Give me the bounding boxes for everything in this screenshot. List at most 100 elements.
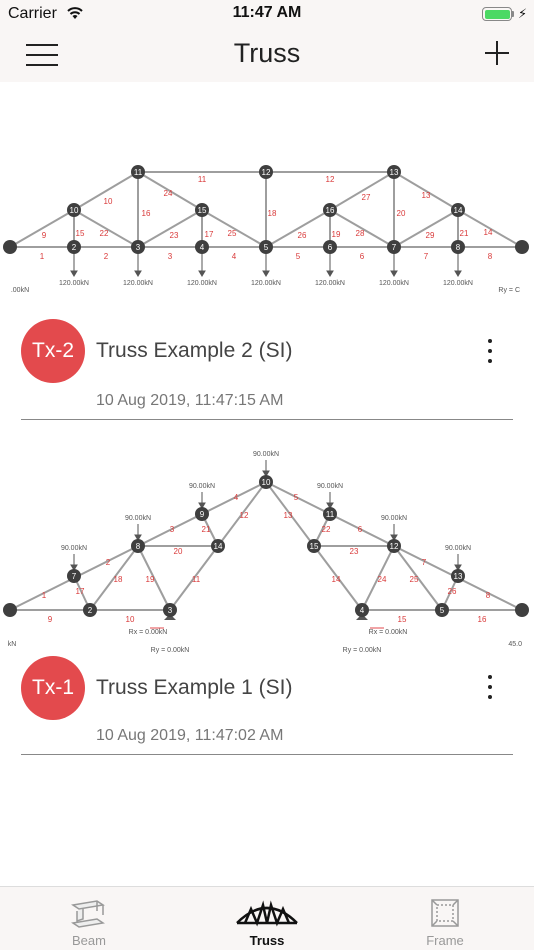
svg-text:18: 18 <box>268 209 277 218</box>
svg-text:22: 22 <box>100 229 109 238</box>
svg-text:11: 11 <box>198 175 207 184</box>
load-label: 90.00kN <box>381 515 407 522</box>
svg-text:11: 11 <box>326 510 335 519</box>
more-dot <box>488 359 492 363</box>
svg-text:8: 8 <box>456 243 461 252</box>
tab-label: Truss <box>249 933 285 948</box>
svg-text:25: 25 <box>410 575 419 584</box>
truss-members <box>9 171 523 248</box>
svg-text:22: 22 <box>322 525 331 534</box>
more-options-button[interactable] <box>480 672 500 702</box>
svg-text:26: 26 <box>448 587 457 596</box>
load-arrows <box>70 252 462 277</box>
project-badge: Tx-2 <box>21 319 85 383</box>
svg-text:13: 13 <box>284 511 293 520</box>
svg-text:19: 19 <box>332 230 341 239</box>
svg-text:17: 17 <box>205 230 214 239</box>
more-dot <box>488 675 492 679</box>
navigation-bar: Truss <box>0 28 534 82</box>
svg-text:9: 9 <box>42 231 47 240</box>
project-card[interactable]: 120.00kN 120.00kN 120.00kN 120.00kN 120.… <box>0 82 534 422</box>
svg-text:1: 1 <box>42 591 47 600</box>
svg-text:2: 2 <box>88 606 93 615</box>
load-label: 90.00kN <box>253 451 279 458</box>
svg-text:5: 5 <box>440 606 445 615</box>
more-options-button[interactable] <box>480 336 500 366</box>
load-label: 120.00kN <box>315 280 345 287</box>
svg-text:6: 6 <box>358 525 363 534</box>
beam-icon <box>71 900 105 928</box>
tab-frame[interactable]: Frame <box>356 887 534 950</box>
svg-text:10: 10 <box>70 206 79 215</box>
frame-icon <box>431 899 459 927</box>
svg-text:8: 8 <box>136 542 141 551</box>
battery-icon <box>482 7 512 21</box>
divider <box>21 754 513 755</box>
reaction-label: Ry = 0.00kN <box>343 647 382 654</box>
svg-text:2: 2 <box>104 252 109 261</box>
page-title: Truss <box>233 38 301 68</box>
project-card[interactable]: 90.00kN 90.00kN 90.00kN 90.00kN 90.00kN … <box>0 422 534 762</box>
svg-text:12: 12 <box>390 542 399 551</box>
svg-text:12: 12 <box>326 175 335 184</box>
load-label: 120.00kN <box>59 280 89 287</box>
load-label: .00kN <box>11 287 29 294</box>
divider <box>21 419 513 420</box>
status-time: 11:47 AM <box>232 4 302 21</box>
charging-icon: ⚡ <box>518 6 528 21</box>
tab-truss[interactable]: Truss <box>178 887 356 950</box>
svg-text:12: 12 <box>262 168 271 177</box>
project-title: Truss Example 2 (SI) <box>96 339 293 362</box>
load-label: 120.00kN <box>379 280 409 287</box>
add-project-button[interactable] <box>484 40 510 66</box>
svg-text:13: 13 <box>422 191 431 200</box>
svg-text:14: 14 <box>454 206 463 215</box>
svg-text:29: 29 <box>426 231 435 240</box>
more-dot <box>488 695 492 699</box>
svg-text:8: 8 <box>488 252 493 261</box>
svg-text:3: 3 <box>168 252 173 261</box>
reaction-label: Ry = C <box>498 287 520 294</box>
svg-text:2: 2 <box>106 558 111 567</box>
svg-text:8: 8 <box>486 591 491 600</box>
more-dot <box>488 349 492 353</box>
svg-text:21: 21 <box>202 525 211 534</box>
load-label: 120.00kN <box>187 280 217 287</box>
svg-text:23: 23 <box>170 231 179 240</box>
svg-text:19: 19 <box>146 575 155 584</box>
supports <box>150 614 384 629</box>
svg-text:16: 16 <box>478 615 487 624</box>
svg-text:15: 15 <box>198 206 207 215</box>
load-label: 90.00kN <box>125 515 151 522</box>
svg-text:20: 20 <box>397 209 406 218</box>
svg-text:14: 14 <box>214 542 223 551</box>
svg-text:28: 28 <box>356 229 365 238</box>
svg-text:15: 15 <box>398 615 407 624</box>
svg-text:10: 10 <box>126 615 135 624</box>
svg-text:11: 11 <box>134 168 143 177</box>
svg-text:7: 7 <box>422 558 427 567</box>
tab-beam[interactable]: Beam <box>0 887 178 950</box>
truss-diagram: 90.00kN 90.00kN 90.00kN 90.00kN 90.00kN … <box>3 451 529 654</box>
project-date: 10 Aug 2019, 11:47:15 AM <box>96 392 284 409</box>
svg-text:10: 10 <box>262 478 271 487</box>
svg-text:17: 17 <box>76 587 85 596</box>
svg-text:4: 4 <box>234 493 239 502</box>
svg-text:1: 1 <box>40 252 45 261</box>
more-dot <box>488 685 492 689</box>
svg-text:9: 9 <box>48 615 53 624</box>
project-badge: Tx-1 <box>21 656 85 720</box>
load-label: 120.00kN <box>443 280 473 287</box>
svg-text:5: 5 <box>296 252 301 261</box>
svg-text:26: 26 <box>298 231 307 240</box>
svg-text:10: 10 <box>104 197 113 206</box>
edge-label: kN <box>8 641 17 648</box>
svg-text:4: 4 <box>360 606 365 615</box>
svg-text:16: 16 <box>326 206 335 215</box>
load-label: 90.00kN <box>445 545 471 552</box>
svg-text:25: 25 <box>228 229 237 238</box>
svg-text:23: 23 <box>350 547 359 556</box>
load-label: 90.00kN <box>317 483 343 490</box>
svg-text:14: 14 <box>332 575 341 584</box>
svg-text:7: 7 <box>424 252 429 261</box>
